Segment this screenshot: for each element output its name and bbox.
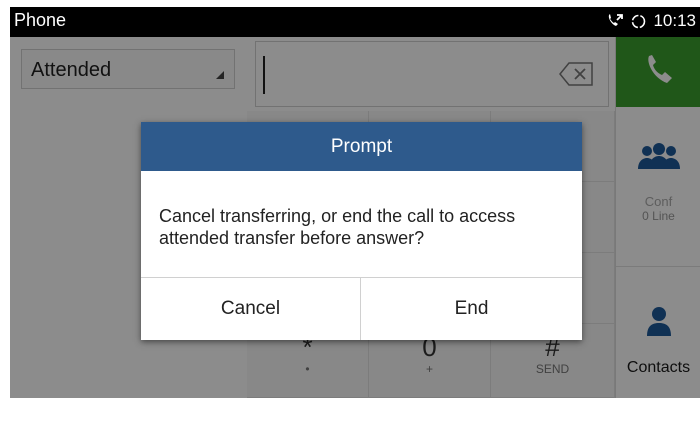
dialog-title: Prompt xyxy=(141,122,582,171)
call-forward-icon xyxy=(606,13,624,29)
status-bar: Phone 10:13 xyxy=(10,7,700,37)
phone-screen: Phone 10:13 Attended * • 0 + # SEND Conf… xyxy=(10,7,700,398)
app-title: Phone xyxy=(14,10,67,30)
cancel-button[interactable]: Cancel xyxy=(141,278,361,340)
end-button[interactable]: End xyxy=(361,278,582,340)
status-icons: 10:13 xyxy=(606,11,696,31)
dialog-message: Cancel transferring, or end the call to … xyxy=(159,206,516,248)
prompt-dialog: Prompt Cancel transferring, or end the c… xyxy=(141,122,582,340)
dialog-buttons: Cancel End xyxy=(141,277,582,340)
sync-icon xyxy=(630,13,647,30)
status-time: 10:13 xyxy=(653,11,696,30)
